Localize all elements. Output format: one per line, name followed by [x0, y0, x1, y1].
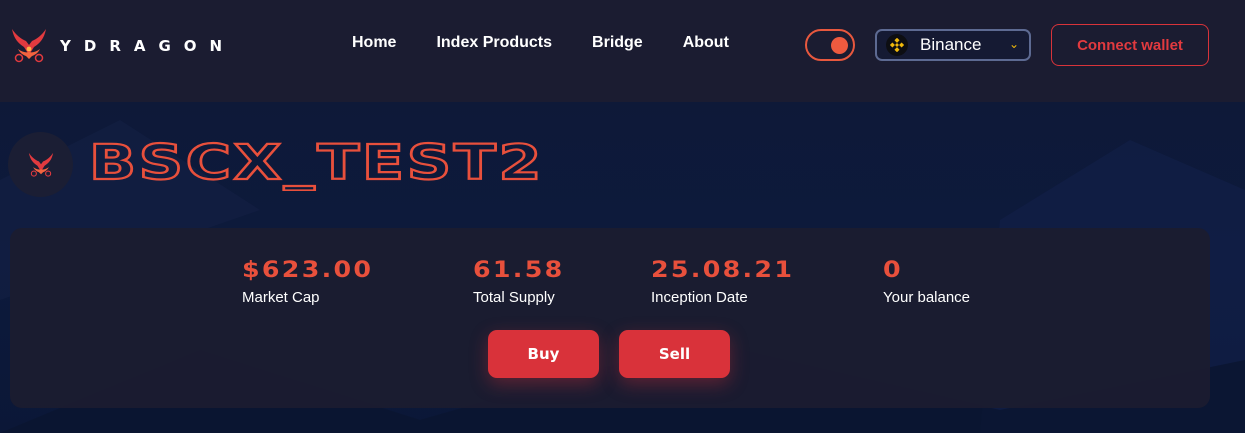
- token-name: BSCX_TEST2: [89, 135, 544, 191]
- inception-date-value: 25.08.21: [651, 258, 795, 283]
- nav-about[interactable]: About: [683, 34, 729, 52]
- market-cap-label: Market Cap: [242, 289, 320, 306]
- stat-your-balance: 0 Your balance: [883, 258, 970, 306]
- nav-home[interactable]: Home: [352, 34, 396, 52]
- network-label: Binance: [920, 35, 982, 54]
- token-title: BSCX_TEST2: [89, 133, 544, 191]
- token-header: BSCX_TEST2: [8, 132, 549, 197]
- stats-panel: $623.00 Market Cap 61.58 Total Supply 25…: [10, 228, 1210, 408]
- your-balance-value: 0: [883, 258, 903, 283]
- theme-toggle[interactable]: [805, 29, 855, 61]
- top-navbar: YDRAGON Home Index Products Bridge About…: [0, 0, 1245, 102]
- binance-icon: [886, 34, 908, 56]
- stat-inception-date: 25.08.21 Inception Date: [651, 258, 792, 306]
- dragon-token-icon: [28, 152, 53, 177]
- sell-button[interactable]: Sell: [619, 330, 730, 378]
- brand-logo[interactable]: YDRAGON: [8, 25, 235, 67]
- dragon-logo-icon: [12, 29, 46, 63]
- brand-name: YDRAGON: [60, 37, 236, 55]
- toggle-knob: [831, 37, 848, 54]
- nav-bridge[interactable]: Bridge: [592, 34, 643, 52]
- total-supply-value: 61.58: [473, 258, 565, 283]
- connect-wallet-button[interactable]: Connect wallet: [1051, 24, 1209, 66]
- stat-total-supply: 61.58 Total Supply: [473, 258, 562, 306]
- market-cap-value: $623.00: [242, 258, 374, 283]
- buy-button[interactable]: Buy: [488, 330, 599, 378]
- token-avatar: [8, 132, 73, 197]
- network-select[interactable]: Binance ⌄: [875, 29, 1031, 61]
- your-balance-label: Your balance: [883, 289, 971, 306]
- total-supply-label: Total Supply: [473, 289, 555, 306]
- stat-market-cap: $623.00 Market Cap: [242, 258, 371, 306]
- inception-date-label: Inception Date: [651, 289, 748, 306]
- main-nav: Home Index Products Bridge About: [352, 34, 769, 52]
- chevron-down-icon: ⌄: [1008, 37, 1019, 51]
- nav-index-products[interactable]: Index Products: [436, 34, 552, 52]
